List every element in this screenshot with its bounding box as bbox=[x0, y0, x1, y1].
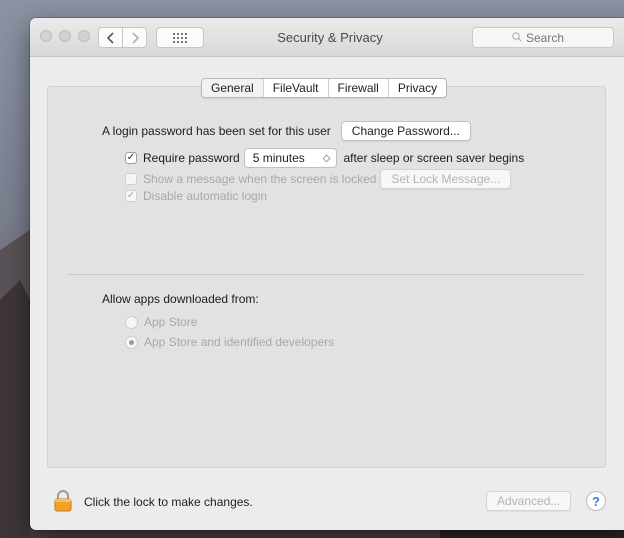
title-bar[interactable]: Security & Privacy bbox=[30, 18, 624, 57]
tab-firewall[interactable]: Firewall bbox=[327, 79, 388, 97]
login-password-row: A login password has been set for this u… bbox=[102, 121, 471, 141]
tab-general[interactable]: General bbox=[202, 79, 263, 97]
up-down-arrows-icon: ◇ bbox=[322, 152, 331, 164]
section-divider bbox=[67, 274, 583, 275]
set-lock-message-button[interactable]: Set Lock Message... bbox=[380, 169, 512, 189]
identified-developers-radio[interactable] bbox=[125, 335, 138, 349]
require-password-checkbox[interactable]: ✓ bbox=[125, 152, 137, 164]
require-password-suffix: after sleep or screen saver begins bbox=[343, 151, 525, 165]
disable-login-checkbox[interactable]: ✓ bbox=[125, 190, 137, 202]
downloads-heading-text: Allow apps downloaded from: bbox=[102, 292, 259, 306]
security-privacy-window: Security & Privacy General FileVault Fir… bbox=[30, 18, 624, 530]
lock-icon[interactable] bbox=[54, 490, 72, 512]
show-message-checkbox[interactable] bbox=[125, 173, 137, 185]
login-password-text: A login password has been set for this u… bbox=[102, 124, 331, 138]
downloads-heading: Allow apps downloaded from: bbox=[102, 292, 259, 306]
advanced-row: Advanced... bbox=[486, 491, 572, 511]
search-icon bbox=[512, 31, 522, 45]
require-password-row: ✓ Require password 5 minutes ◇ after sle… bbox=[125, 148, 524, 168]
app-store-radio[interactable] bbox=[125, 315, 138, 329]
tab-filevault[interactable]: FileVault bbox=[262, 79, 328, 97]
lock-text-row: Click the lock to make changes. bbox=[84, 495, 253, 509]
tab-privacy[interactable]: Privacy bbox=[387, 79, 446, 97]
help-button[interactable]: ? bbox=[586, 491, 606, 511]
require-password-label: Require password bbox=[143, 151, 240, 165]
tab-bar: General FileVault Firewall Privacy bbox=[201, 78, 448, 98]
disable-login-row: ✓ Disable automatic login bbox=[125, 189, 267, 203]
advanced-button[interactable]: Advanced... bbox=[486, 491, 572, 511]
radio-identified-developers[interactable]: App Store and identified developers bbox=[125, 335, 334, 349]
search-field[interactable] bbox=[472, 27, 614, 48]
change-password-button[interactable]: Change Password... bbox=[340, 121, 471, 141]
password-interval-value: 5 minutes bbox=[252, 151, 305, 165]
show-message-row: Show a message when the screen is locked… bbox=[125, 169, 512, 189]
general-panel bbox=[47, 86, 606, 468]
radio-app-store[interactable]: App Store bbox=[125, 315, 197, 329]
search-input[interactable] bbox=[526, 30, 574, 45]
identified-developers-label: App Store and identified developers bbox=[144, 335, 335, 349]
password-interval-select[interactable]: 5 minutes ◇ bbox=[243, 148, 338, 168]
show-message-label: Show a message when the screen is locked bbox=[143, 172, 377, 186]
disable-login-label: Disable automatic login bbox=[143, 189, 268, 203]
lock-text: Click the lock to make changes. bbox=[84, 495, 253, 509]
app-store-label: App Store bbox=[144, 315, 198, 329]
